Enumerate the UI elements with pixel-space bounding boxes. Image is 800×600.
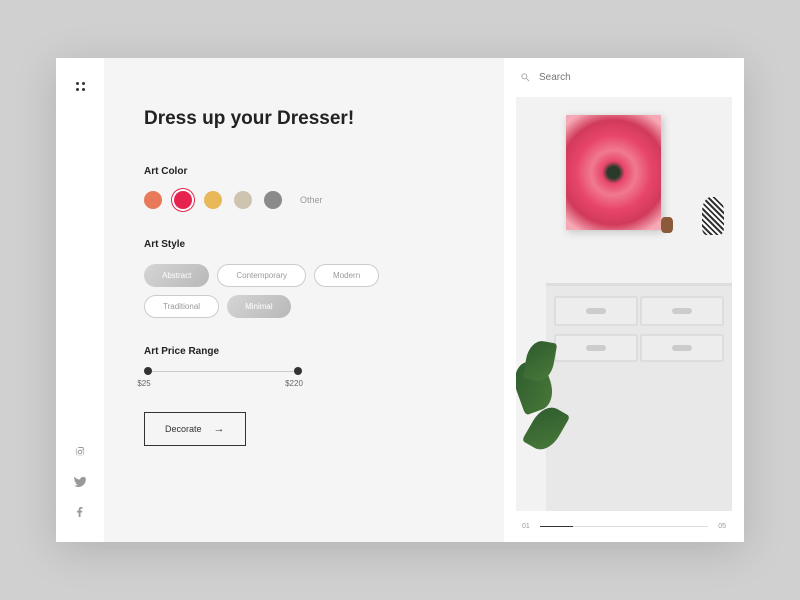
page-total: 05 xyxy=(718,523,726,530)
plant-decor xyxy=(516,331,566,511)
search-icon xyxy=(520,72,531,83)
figurine-decor xyxy=(661,217,673,233)
preview-panel: 01 05 xyxy=(504,58,744,542)
style-pill-minimal[interactable]: Minimal xyxy=(227,295,291,318)
search-input[interactable] xyxy=(539,72,728,83)
color-swatches: Other xyxy=(144,191,464,209)
color-swatch-0[interactable] xyxy=(144,191,162,209)
style-pill-contemporary[interactable]: Contemporary xyxy=(217,264,306,287)
page-title: Dress up your Dresser! xyxy=(144,108,464,130)
style-pill-abstract[interactable]: Abstract xyxy=(144,264,209,287)
main-panel: Dress up your Dresser! Art Color Other A… xyxy=(104,58,504,542)
price-slider[interactable]: $25 $220 xyxy=(144,371,294,372)
price-min-label: $25 xyxy=(137,379,150,388)
color-other-link[interactable]: Other xyxy=(300,195,323,205)
color-section-label: Art Color xyxy=(144,166,464,177)
twitter-icon[interactable] xyxy=(74,476,86,488)
pagination: 01 05 xyxy=(504,511,744,542)
sidebar xyxy=(56,58,104,542)
menu-icon[interactable] xyxy=(76,82,85,91)
decorate-button[interactable]: Decorate → xyxy=(144,412,246,446)
price-section: Art Price Range $25 $220 xyxy=(144,346,464,372)
social-links xyxy=(74,446,86,518)
price-section-label: Art Price Range xyxy=(144,346,464,357)
style-section-label: Art Style xyxy=(144,239,464,250)
price-handle-min[interactable] xyxy=(144,367,152,375)
color-swatch-1[interactable] xyxy=(174,191,192,209)
preview-image xyxy=(516,97,732,511)
price-max-label: $220 xyxy=(285,379,303,388)
search-bar xyxy=(504,58,744,97)
vase-decor xyxy=(702,197,724,235)
dresser xyxy=(546,283,732,511)
price-handle-max[interactable] xyxy=(294,367,302,375)
color-swatch-3[interactable] xyxy=(234,191,252,209)
style-pill-traditional[interactable]: Traditional xyxy=(144,295,219,318)
art-canvas xyxy=(566,115,661,230)
app-window: Dress up your Dresser! Art Color Other A… xyxy=(56,58,744,542)
page-current: 01 xyxy=(522,523,530,530)
style-options: Abstract Contemporary Modern Traditional… xyxy=(144,264,424,318)
page-progress[interactable] xyxy=(540,526,708,527)
style-pill-modern[interactable]: Modern xyxy=(314,264,379,287)
instagram-icon[interactable] xyxy=(74,446,86,458)
arrow-right-icon: → xyxy=(214,423,225,435)
facebook-icon[interactable] xyxy=(74,506,86,518)
color-swatch-2[interactable] xyxy=(204,191,222,209)
color-swatch-4[interactable] xyxy=(264,191,282,209)
decorate-label: Decorate xyxy=(165,424,202,434)
